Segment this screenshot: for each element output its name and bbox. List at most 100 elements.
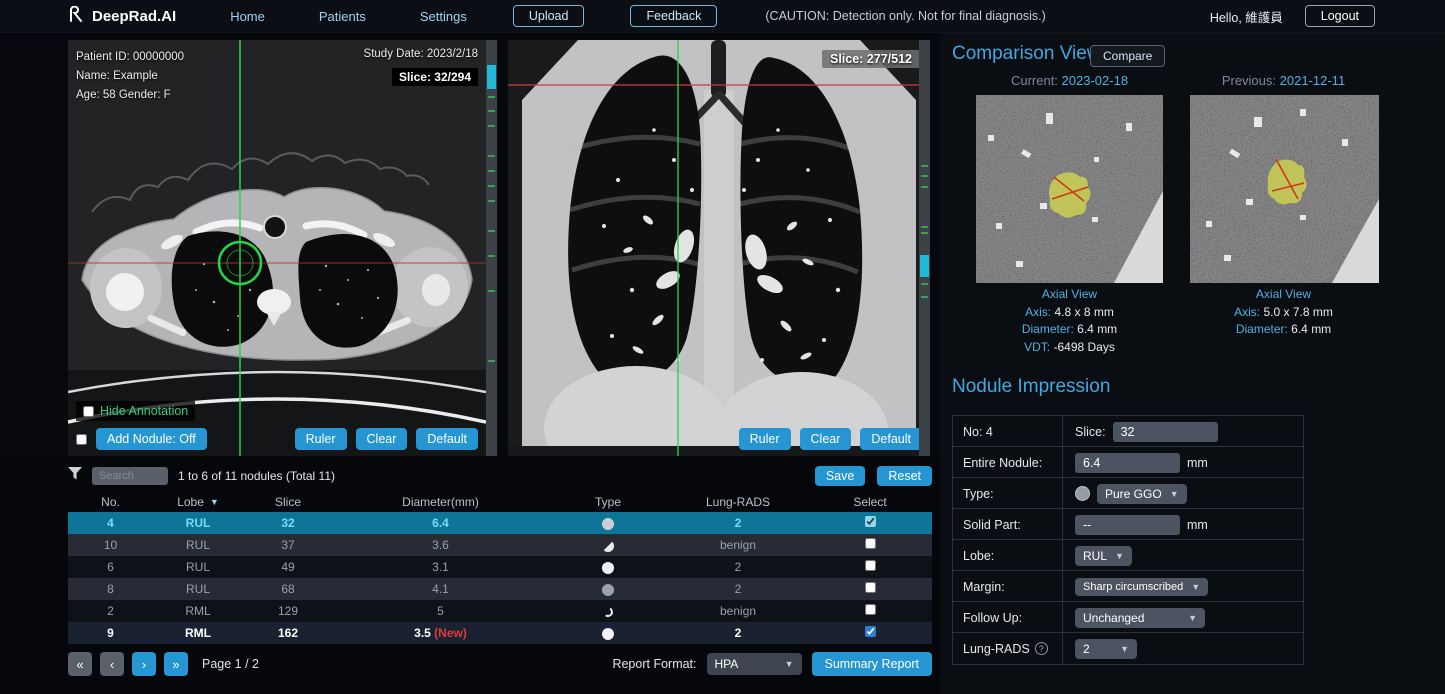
hide-annotation-checkbox[interactable]: [83, 406, 94, 417]
coronal-ct-viewport[interactable]: Slice: 277/512 Ruler Clear Default: [508, 40, 930, 456]
axial-scroll-thumb[interactable]: [487, 65, 496, 89]
lung-rads-select[interactable]: 2▼: [1075, 639, 1137, 659]
report-format-label: Report Format:: [612, 657, 696, 671]
nodule-type-solid-icon: [602, 628, 614, 640]
axial-slice-indicator: Slice: 32/294: [392, 68, 478, 86]
nodule-impression-title: Nodule Impression: [952, 376, 1110, 398]
table-row[interactable]: 8RUL68 4.1 2: [68, 578, 932, 600]
axial-ct-viewport[interactable]: Patient ID: 00000000 Name: Example Age: …: [68, 40, 486, 456]
chevron-down-icon: ▼: [785, 659, 794, 669]
lobe-label: Lobe:: [953, 540, 1063, 571]
hide-annotation-toggle[interactable]: Hide Annotation: [76, 401, 195, 421]
row-select-checkbox[interactable]: [865, 626, 876, 637]
axial-default-button[interactable]: Default: [416, 428, 478, 450]
current-study-label: Current: 2023-02-18: [976, 73, 1163, 88]
slice-input[interactable]: [1113, 422, 1218, 442]
report-format-select[interactable]: HPA▼: [707, 653, 802, 675]
summary-report-button[interactable]: Summary Report: [812, 652, 932, 676]
entire-nodule-input[interactable]: [1075, 453, 1180, 473]
current-nodule-thumbnail[interactable]: [976, 95, 1163, 283]
add-nodule-checkbox[interactable]: [76, 434, 87, 445]
first-page-button[interactable]: «: [68, 652, 92, 676]
col-select: Select: [808, 495, 932, 509]
deeprad-logo-icon: [68, 6, 85, 27]
coronal-scroll-thumb[interactable]: [920, 255, 929, 277]
follow-up-select[interactable]: Unchanged▼: [1075, 608, 1205, 628]
next-page-button[interactable]: ›: [132, 652, 156, 676]
coronal-clear-button[interactable]: Clear: [800, 428, 852, 450]
right-panel: Comparison View Compare Current: 2023-02…: [940, 33, 1445, 694]
lobe-filter-icon[interactable]: ▼: [210, 497, 219, 507]
row-select-checkbox[interactable]: [865, 516, 876, 527]
axial-ruler-button[interactable]: Ruler: [295, 428, 347, 450]
col-diameter: Diameter(mm): [333, 495, 548, 509]
table-row[interactable]: 9RML162 3.5 (New) 2: [68, 622, 932, 644]
type-select[interactable]: Pure GGO▼: [1097, 484, 1187, 504]
reset-button[interactable]: Reset: [877, 466, 932, 486]
row-select-checkbox[interactable]: [865, 582, 876, 593]
nodule-type-ggo-icon: [602, 518, 614, 530]
patient-name: Name: Example: [76, 67, 184, 86]
comparison-view-title: Comparison View: [952, 43, 1101, 65]
top-nav: DeepRad.AI Home Patients Settings Upload…: [0, 0, 1445, 33]
solid-part-input[interactable]: [1075, 515, 1180, 535]
filter-funnel-icon[interactable]: [68, 467, 82, 485]
last-page-button[interactable]: »: [164, 652, 188, 676]
deeprad-app: DeepRad.AI Home Patients Settings Upload…: [0, 0, 1445, 694]
study-date: Study Date: 2023/2/18: [364, 48, 478, 60]
brand-name: DeepRad.AI: [92, 8, 176, 25]
row-select-checkbox[interactable]: [865, 604, 876, 615]
chevron-down-icon: ▼: [1115, 551, 1124, 561]
feedback-button[interactable]: Feedback: [630, 5, 717, 27]
table-row[interactable]: 10RUL37 3.6 benign: [68, 534, 932, 556]
nav-link-settings[interactable]: Settings: [420, 9, 467, 24]
coronal-ruler-button[interactable]: Ruler: [739, 428, 791, 450]
follow-up-label: Follow Up:: [953, 602, 1063, 633]
row-select-checkbox[interactable]: [865, 560, 876, 571]
brand[interactable]: DeepRad.AI: [68, 6, 176, 27]
table-row[interactable]: 4RUL32 6.4 2: [68, 512, 932, 534]
save-button[interactable]: Save: [815, 466, 866, 486]
nodule-no-label: No: 4: [953, 416, 1063, 447]
table-row[interactable]: 6RUL49 3.1 2: [68, 556, 932, 578]
col-slice: Slice: [243, 495, 333, 509]
coronal-slice-indicator: Slice: 277/512: [822, 50, 920, 68]
user-greeting: Hello, 維護員: [1210, 7, 1283, 26]
chevron-down-icon: ▼: [1120, 644, 1129, 654]
logout-button[interactable]: Logout: [1305, 5, 1375, 27]
current-nodule-info: Axial View Axis: 4.8 x 8 mm Diameter: 6.…: [976, 286, 1163, 356]
ggo-circle-icon: [1075, 486, 1090, 501]
nodule-type-solid-icon: [602, 562, 614, 574]
axial-slice-scrollbar[interactable]: [486, 40, 497, 456]
nodule-type-partsolid-icon: [602, 540, 614, 552]
nav-link-home[interactable]: Home: [230, 9, 265, 24]
coronal-slice-scrollbar[interactable]: [919, 40, 930, 456]
pagination: « ‹ › » Page 1 / 2 Report Format: HPA▼ S…: [68, 652, 932, 676]
nodule-table-rows: 4RUL32 6.4 2 10RUL37 3.6 benign 6RUL49 3…: [68, 512, 932, 644]
entire-nodule-unit: mm: [1187, 456, 1208, 470]
axial-clear-button[interactable]: Clear: [356, 428, 408, 450]
page-indicator: Page 1 / 2: [202, 657, 259, 671]
upload-button[interactable]: Upload: [513, 5, 585, 27]
compare-button[interactable]: Compare: [1090, 45, 1165, 67]
table-row[interactable]: 2RML129 5 benign: [68, 600, 932, 622]
lung-rads-help-icon[interactable]: ?: [1035, 642, 1048, 655]
margin-select[interactable]: Sharp circumscribed▼: [1075, 578, 1208, 596]
new-nodule-tag: (New): [434, 626, 467, 640]
col-lungrads: Lung-RADS: [668, 495, 808, 509]
add-nodule-button[interactable]: Add Nodule: Off: [96, 428, 207, 450]
search-input[interactable]: [92, 467, 168, 485]
prev-page-button[interactable]: ‹: [100, 652, 124, 676]
coronal-default-button[interactable]: Default: [860, 428, 922, 450]
lobe-select[interactable]: RUL▼: [1075, 546, 1132, 566]
caution-text: (CAUTION: Detection only. Not for final …: [765, 9, 1045, 23]
col-lobe: Lobe: [177, 495, 204, 509]
nav-link-patients[interactable]: Patients: [319, 9, 366, 24]
previous-nodule-thumbnail[interactable]: [1190, 95, 1379, 283]
row-select-checkbox[interactable]: [865, 538, 876, 549]
nodule-type-ggo-icon: [602, 584, 614, 596]
solid-part-label: Solid Part:: [953, 509, 1063, 540]
nodule-count-summary: 1 to 6 of 11 nodules (Total 11): [178, 469, 335, 483]
previous-nodule-info: Axial View Axis: 5.0 x 7.8 mm Diameter: …: [1190, 286, 1377, 339]
nodule-type-calcified-icon: [602, 606, 614, 618]
